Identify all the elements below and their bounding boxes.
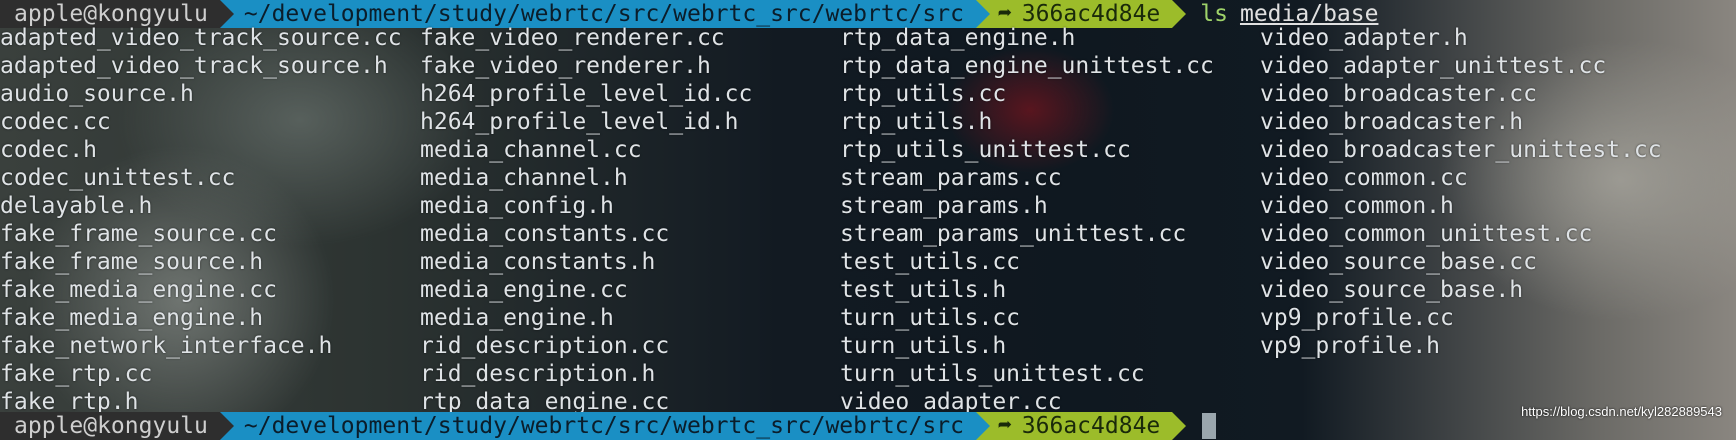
listing-column-1: adapted_video_track_source.cc adapted_vid… (0, 24, 420, 416)
directory-listing: adapted_video_track_source.cc adapted_vid… (0, 24, 1736, 416)
file-entry: rtp_utils.cc (840, 81, 1007, 107)
file-entry: video_adapter.h (1260, 25, 1468, 51)
file-entry: fake_frame_source.cc (0, 221, 277, 247)
watermark-text: https://blog.csdn.net/kyl282889543 (1521, 404, 1722, 419)
file-entry: video_broadcaster_unittest.cc (1260, 137, 1662, 163)
prompt-path-segment: ~/development/study/webrtc/src/webrtc_sr… (219, 412, 990, 440)
segment-separator-icon (975, 412, 990, 440)
file-entry: fake_media_engine.h (0, 305, 264, 331)
file-entry: rtp_utils.h (840, 109, 993, 135)
file-entry: video_source_base.cc (1260, 249, 1537, 275)
file-entry: stream_params.cc (840, 165, 1062, 191)
segment-separator-icon (975, 0, 990, 28)
file-entry: fake_network_interface.h (0, 333, 333, 359)
prompt-user-host: apple@kongyulu (14, 413, 208, 439)
file-entry: delayable.h (0, 193, 153, 219)
file-entry: h264_profile_level_id.h (420, 109, 739, 135)
prompt-git-commit: 366ac4d84e (1021, 413, 1161, 439)
file-entry: turn_utils.h (840, 333, 1007, 359)
file-entry: turn_utils_unittest.cc (840, 361, 1145, 387)
terminal-cursor[interactable] (1202, 413, 1217, 439)
prompt-git-segment: ➦ 366ac4d84e (975, 412, 1187, 440)
file-entry: rid_description.cc (420, 333, 670, 359)
file-entry: rtp_utils_unittest.cc (840, 137, 1131, 163)
segment-separator-icon (219, 0, 234, 28)
file-entry: test_utils.h (840, 277, 1007, 303)
segment-separator-icon (1172, 0, 1187, 28)
prompt-user-host-segment: apple@kongyulu (0, 412, 234, 440)
file-entry: codec.h (0, 137, 97, 163)
file-entry: media_channel.h (420, 165, 628, 191)
file-entry: codec.cc (0, 109, 111, 135)
file-entry: codec_unittest.cc (0, 165, 236, 191)
file-entry: stream_params_unittest.cc (840, 221, 1187, 247)
listing-column-2: fake_video_renderer.cc fake_video_rendere… (420, 24, 840, 416)
file-entry: media_engine.h (420, 305, 614, 331)
file-entry: media_channel.cc (420, 137, 642, 163)
git-branch-icon: ➦ (997, 413, 1012, 439)
file-entry: rtp_data_engine_unittest.cc (840, 53, 1214, 79)
file-entry: h264_profile_level_id.cc (420, 81, 753, 107)
file-entry: video_common.cc (1260, 165, 1468, 191)
listing-column-3: rtp_data_engine.h rtp_data_engine_unittes… (840, 24, 1260, 416)
file-entry: audio_source.h (0, 81, 194, 107)
file-entry: vp9_profile.cc (1260, 305, 1454, 331)
file-entry: video_common.h (1260, 193, 1454, 219)
file-entry: video_broadcaster.h (1260, 109, 1524, 135)
segment-separator-icon (219, 412, 234, 440)
file-entry: fake_frame_source.h (0, 249, 264, 275)
file-entry: fake_media_engine.cc (0, 277, 277, 303)
file-entry: video_source_base.h (1260, 277, 1524, 303)
file-entry: fake_rtp.cc (0, 361, 153, 387)
file-entry: adapted_video_track_source.cc (0, 25, 402, 51)
segment-separator-icon (1172, 412, 1187, 440)
file-entry: turn_utils.cc (840, 305, 1021, 331)
file-entry: video_adapter_unittest.cc (1260, 53, 1607, 79)
file-entry: vp9_profile.h (1260, 333, 1441, 359)
file-entry: video_broadcaster.cc (1260, 81, 1537, 107)
file-entry: media_engine.cc (420, 277, 628, 303)
file-entry: fake_video_renderer.h (420, 53, 711, 79)
file-entry: adapted_video_track_source.h (0, 53, 388, 79)
file-entry: media_constants.cc (420, 221, 670, 247)
listing-column-4: video_adapter.h video_adapter_unittest.cc… (1260, 24, 1736, 416)
file-entry: video_common_unittest.cc (1260, 221, 1593, 247)
file-entry: rid_description.h (420, 361, 656, 387)
file-entry: media_config.h (420, 193, 614, 219)
file-entry: media_constants.h (420, 249, 656, 275)
file-entry: rtp_data_engine.h (840, 25, 1076, 51)
file-entry: stream_params.h (840, 193, 1048, 219)
file-entry: fake_video_renderer.cc (420, 25, 725, 51)
prompt-path: ~/development/study/webrtc/src/webrtc_sr… (243, 413, 964, 439)
prompt-line-bottom: apple@kongyulu ~/development/study/webrt… (0, 412, 1736, 440)
file-entry: test_utils.cc (840, 249, 1021, 275)
